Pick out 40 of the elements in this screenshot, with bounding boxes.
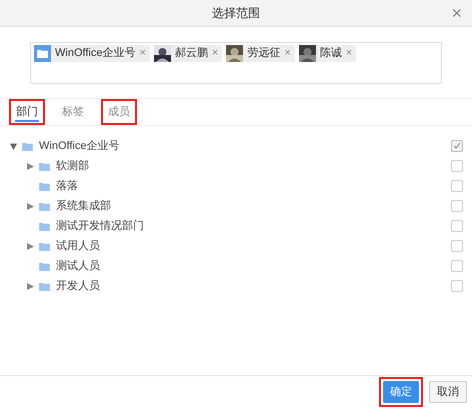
tree-item[interactable]: 测试开发情况部门 [56, 218, 144, 234]
chip-label: 郝云鹏 [174, 46, 208, 62]
tree-item[interactable]: 落落 [56, 178, 78, 194]
cancel-button[interactable]: 取消 [429, 381, 467, 403]
checkbox[interactable] [451, 280, 463, 292]
tree-item[interactable]: 试用人员 [56, 238, 100, 254]
tree-item[interactable]: 软测部 [56, 158, 89, 174]
folder-icon [39, 162, 50, 170]
chip-label: 劳远征 [247, 46, 280, 62]
caret-right-icon[interactable] [27, 242, 34, 250]
window-title: 选择范围 [212, 5, 260, 22]
folder-icon [34, 45, 51, 62]
checkbox[interactable] [451, 140, 463, 152]
chip-label: WinOffice企业号 [55, 46, 136, 62]
tab[interactable]: 成员 [101, 99, 137, 125]
folder-icon [39, 282, 50, 290]
checkbox[interactable] [451, 200, 463, 212]
caret-right-icon[interactable] [27, 202, 34, 210]
folder-icon [39, 182, 50, 190]
tab[interactable]: 标签 [55, 99, 91, 125]
folder-icon [39, 222, 50, 230]
checkbox[interactable] [451, 220, 463, 232]
checkbox[interactable] [451, 240, 463, 252]
tree-item[interactable]: WinOffice企业号 [39, 138, 120, 154]
caret-right-icon[interactable] [27, 162, 34, 170]
checkbox[interactable] [451, 180, 463, 192]
caret-right-icon[interactable] [27, 282, 34, 290]
chip-label: 陈诚 [320, 46, 342, 62]
caret-down-icon[interactable] [10, 142, 17, 150]
checkbox[interactable] [451, 260, 463, 272]
checkbox[interactable] [451, 160, 463, 172]
check-icon [453, 142, 461, 150]
folder-icon [39, 202, 50, 210]
tree-item[interactable]: 系统集成部 [56, 198, 111, 214]
tab[interactable]: 部门 [9, 99, 45, 125]
tree-item[interactable]: 开发人员 [56, 278, 100, 294]
folder-icon [39, 262, 50, 270]
folder-icon [39, 242, 50, 250]
tree-item[interactable]: 测试人员 [56, 258, 100, 274]
folder-icon [22, 142, 33, 150]
